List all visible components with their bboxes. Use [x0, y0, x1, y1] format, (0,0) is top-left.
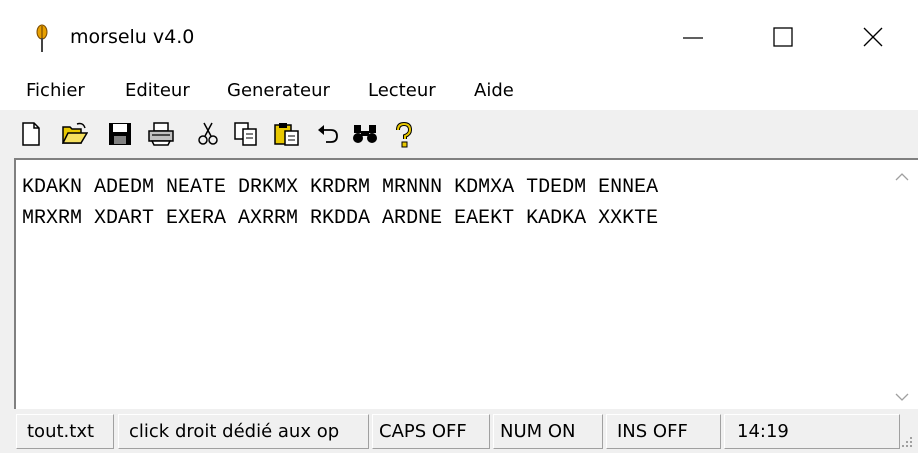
find-icon: [353, 125, 377, 143]
open-button[interactable]: [60, 117, 88, 149]
text-editor[interactable]: KDAKN ADEDM NEATE DRKMX KRDRM MRNNN KDMX…: [14, 158, 918, 409]
menu-lecteur[interactable]: Lecteur: [368, 80, 436, 101]
help-button[interactable]: [392, 117, 420, 149]
editor-line: MRXRM XDART EXERA AXRRM RKDDA ARDNE EAEK…: [22, 207, 659, 230]
copy-button[interactable]: [232, 117, 260, 149]
status-time: 14:19: [724, 414, 900, 449]
copy-icon: [234, 122, 257, 146]
resize-grip-icon[interactable]: [900, 435, 914, 449]
minimize-button[interactable]: [648, 0, 738, 72]
menu-fichier[interactable]: Fichier: [26, 80, 85, 101]
menu-generateur[interactable]: Generateur: [227, 80, 330, 101]
paste-button[interactable]: [272, 117, 300, 149]
new-button[interactable]: [18, 117, 46, 149]
status-num: NUM ON: [493, 414, 603, 449]
undo-button[interactable]: [314, 117, 342, 149]
title-bar[interactable]: morselu v4.0: [0, 0, 918, 72]
new-document-icon: [22, 122, 40, 146]
menu-editeur[interactable]: Editeur: [125, 80, 190, 101]
cut-button[interactable]: [196, 117, 224, 149]
toolbar: [0, 111, 918, 155]
maximize-icon: [773, 27, 793, 47]
editor-line: KDAKN ADEDM NEATE DRKMX KRDRM MRNNN KDMX…: [22, 176, 659, 199]
paste-icon: [274, 123, 299, 146]
maximize-button[interactable]: [738, 0, 828, 72]
find-button[interactable]: [350, 117, 378, 149]
status-bar: tout.txt click droit dédié aux op CAPS O…: [0, 410, 918, 453]
save-icon: [109, 123, 131, 145]
status-caps: CAPS OFF: [372, 414, 490, 449]
status-ins: INS OFF: [606, 414, 721, 449]
feather-pen-icon[interactable]: [33, 24, 51, 54]
scroll-down-arrow-icon[interactable]: [894, 392, 910, 402]
scroll-up-arrow-icon[interactable]: [894, 172, 910, 182]
app-window: morselu v4.0 Fichier Editeur Generateur …: [0, 0, 918, 453]
status-hint: click droit dédié aux op: [118, 414, 369, 449]
vertical-scrollbar[interactable]: [886, 160, 918, 409]
window-title: morselu v4.0: [70, 26, 195, 48]
menu-aide[interactable]: Aide: [474, 80, 514, 101]
undo-icon: [318, 125, 338, 143]
help-icon: [396, 122, 413, 148]
print-button[interactable]: [146, 117, 174, 149]
minimize-icon: [683, 37, 703, 39]
cut-icon: [198, 122, 218, 145]
editor-content[interactable]: KDAKN ADEDM NEATE DRKMX KRDRM MRNNN KDMX…: [22, 172, 658, 234]
close-button[interactable]: [828, 0, 918, 72]
status-file: tout.txt: [16, 414, 114, 449]
menu-bar: Fichier Editeur Generateur Lecteur Aide: [0, 72, 918, 111]
open-folder-icon: [62, 122, 88, 144]
close-icon: [863, 27, 883, 47]
save-button[interactable]: [106, 117, 134, 149]
print-icon: [148, 122, 174, 146]
